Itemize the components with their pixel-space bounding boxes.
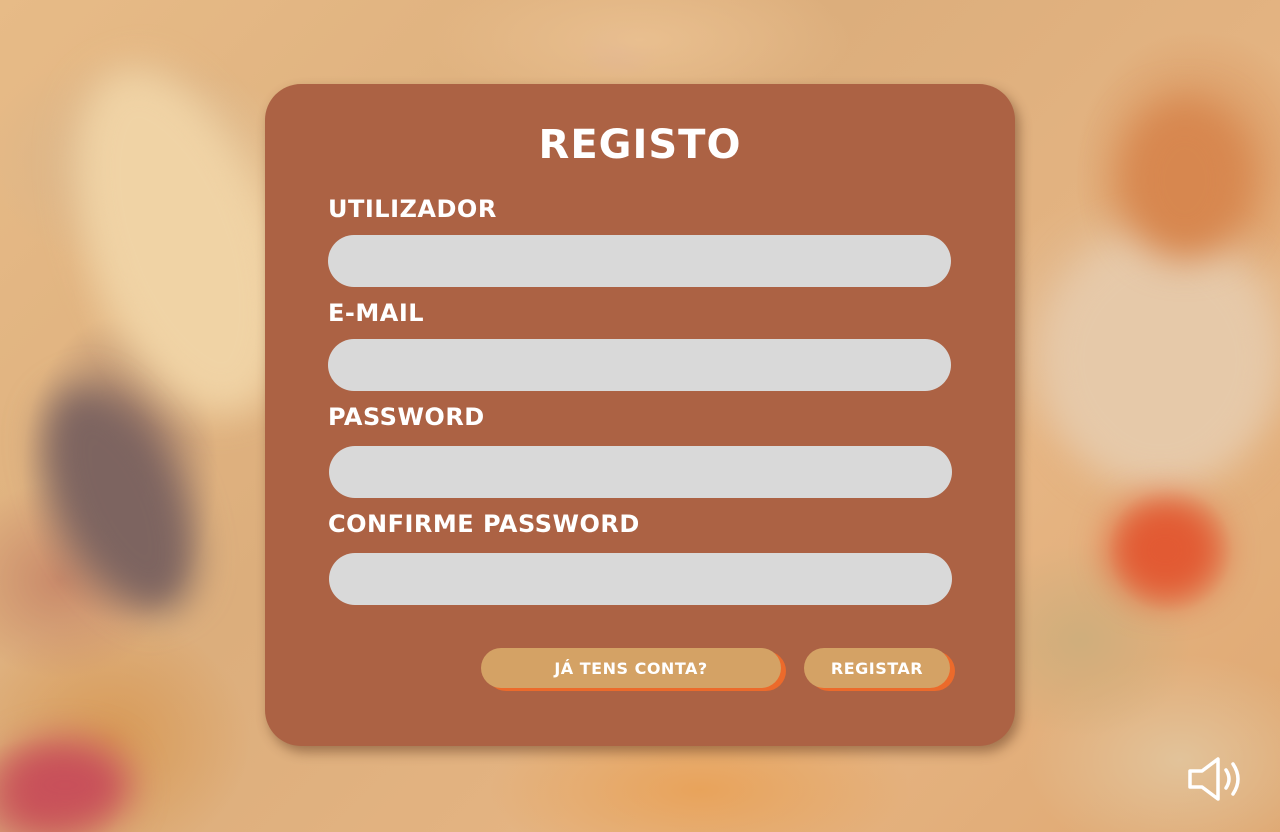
form-title: REGISTO [538, 122, 742, 168]
confirm-password-label: CONFIRME PASSWORD [328, 510, 640, 538]
register-button[interactable]: REGISTAR [804, 648, 950, 688]
login-link-button[interactable]: JÁ TENS CONTA? [481, 648, 781, 688]
confirm-password-input[interactable] [329, 553, 952, 605]
email-label: E-MAIL [328, 299, 425, 327]
username-input[interactable] [328, 235, 951, 287]
password-label: PASSWORD [328, 403, 485, 431]
email-input[interactable] [328, 339, 951, 391]
speaker-volume-icon[interactable] [1186, 756, 1248, 802]
password-input[interactable] [329, 446, 952, 498]
username-label: UTILIZADOR [328, 195, 497, 223]
